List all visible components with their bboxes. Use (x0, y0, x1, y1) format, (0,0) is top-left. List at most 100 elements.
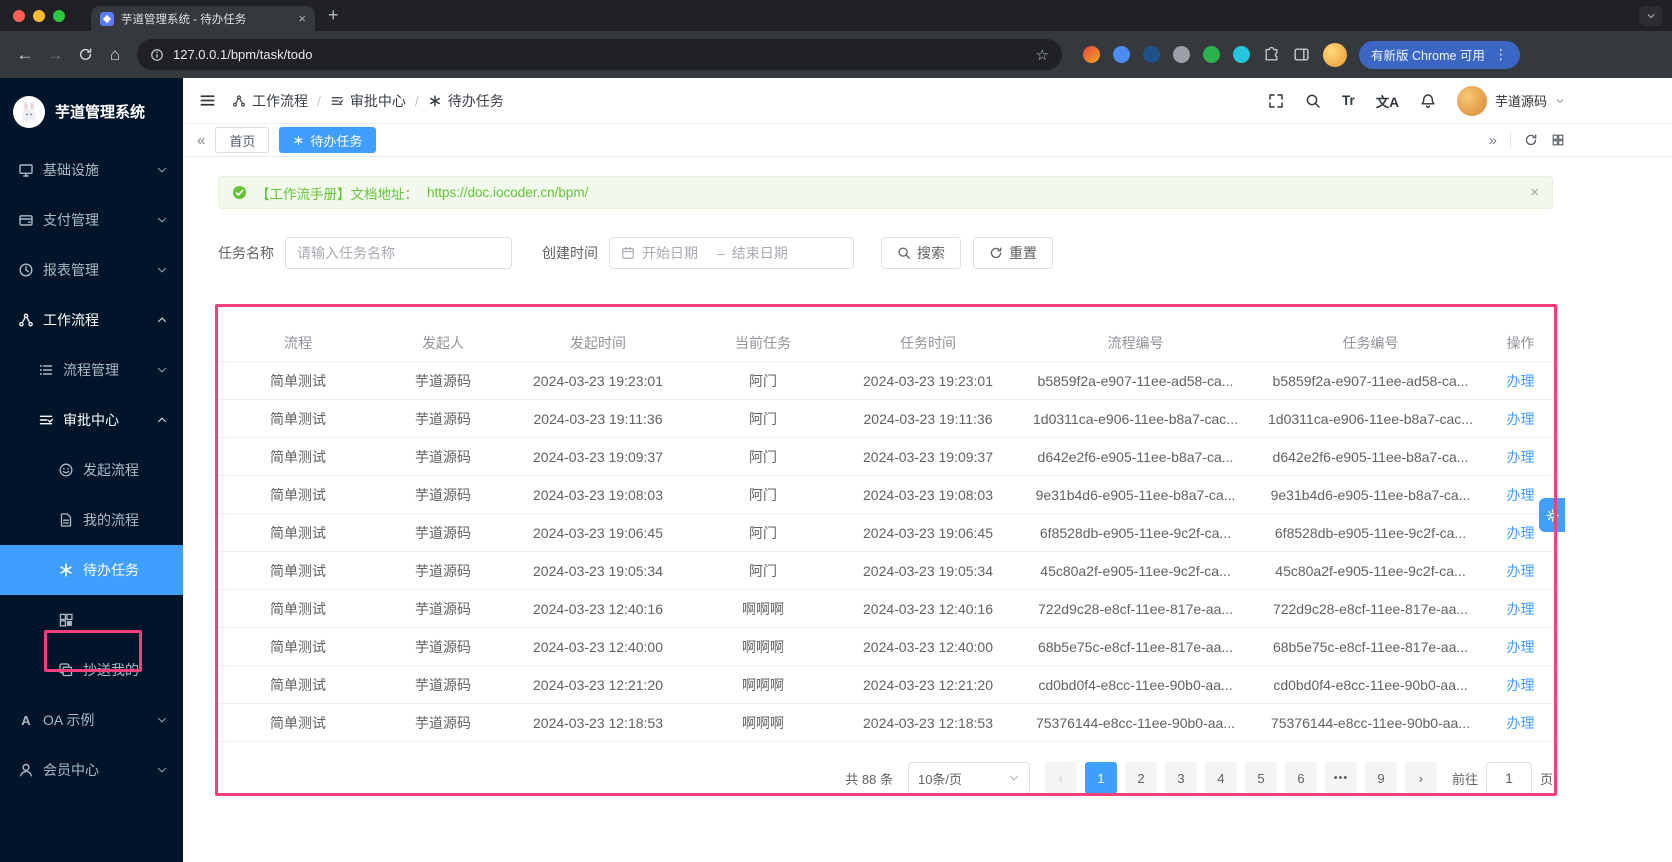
tag-todo-task[interactable]: 待办任务 (279, 127, 377, 153)
extensions-puzzle-icon[interactable] (1263, 46, 1280, 63)
breadcrumb-item-approval-center[interactable]: 审批中心 (330, 91, 406, 111)
bell-icon[interactable] (1420, 93, 1436, 109)
tags-scroll-left-icon[interactable]: « (197, 132, 205, 149)
pagination-total: 共 88 条 (845, 771, 893, 787)
handle-task-link[interactable]: 办理 (1507, 449, 1535, 465)
tab-close-icon[interactable]: × (298, 11, 306, 26)
tags-scroll-right-icon[interactable]: » (1489, 132, 1497, 149)
site-info-icon[interactable] (150, 48, 164, 62)
extension-teal-icon[interactable] (1233, 46, 1250, 63)
sidebar-item-start-process[interactable]: 发起流程 (0, 445, 183, 495)
sidebar-item-payment[interactable]: 支付管理 (0, 195, 183, 245)
sidebar-item-cc-me[interactable]: 抄送我的 (0, 645, 183, 695)
page-button-9[interactable]: 9 (1364, 762, 1397, 794)
sidebar-item-infrastructure[interactable]: 基础设施 (0, 145, 183, 195)
cell-process-id: b5859f2a-e907-11ee-ad58-ca... (1037, 372, 1234, 389)
handle-task-link[interactable]: 办理 (1507, 411, 1535, 427)
forward-button[interactable]: → (40, 40, 70, 70)
page-button-6[interactable]: 6 (1284, 762, 1317, 794)
theme-settings-button[interactable] (1539, 498, 1565, 532)
chrome-menu-kebab-icon[interactable]: ⋮ (1494, 46, 1508, 63)
start-date-input[interactable] (642, 245, 710, 261)
extension-red-icon[interactable] (1083, 46, 1100, 63)
alert-close-icon[interactable]: × (1530, 184, 1539, 201)
extension-gray-icon[interactable] (1173, 46, 1190, 63)
chrome-profile-avatar[interactable] (1323, 42, 1347, 67)
handle-task-link[interactable]: 办理 (1507, 525, 1535, 541)
sidebar-item-member-center[interactable]: 会员中心 (0, 745, 183, 795)
search-button[interactable]: 搜索 (881, 237, 961, 269)
home-button[interactable]: ⌂ (100, 40, 130, 70)
font-size-icon[interactable]: Tr (1342, 93, 1355, 108)
pagination-more-button[interactable]: ••• (1324, 762, 1357, 794)
task-name-input[interactable] (297, 245, 500, 261)
sidebar-item-my-process[interactable]: 我的流程 (0, 495, 183, 545)
window-controls (0, 9, 65, 22)
col-action: 操作 (1506, 334, 1535, 351)
extension-dark-blue-icon[interactable] (1143, 46, 1160, 63)
sidebar-item-todo-task[interactable]: 待办任务 (0, 545, 183, 595)
search-icon[interactable] (1305, 93, 1321, 109)
tag-home[interactable]: 首页 (215, 127, 270, 153)
reset-button[interactable]: 重置 (973, 237, 1053, 269)
page-button-2[interactable]: 2 (1124, 762, 1157, 794)
side-panel-icon[interactable] (1293, 46, 1310, 63)
bookmark-star-icon[interactable]: ☆ (1036, 46, 1049, 64)
sidebar-item-process-manage[interactable]: 流程管理 (0, 345, 183, 395)
table-row: 简单测试 芋道源码 2024-03-23 19:05:34 阿门 2024-03… (218, 552, 1553, 590)
sidebar-item-oa-example[interactable]: A OA 示例 (0, 695, 183, 745)
fullscreen-icon[interactable] (1268, 93, 1284, 109)
gear-icon (1545, 508, 1560, 523)
handle-task-link[interactable]: 办理 (1507, 601, 1535, 617)
handle-task-link[interactable]: 办理 (1507, 715, 1535, 731)
header-actions: Tr 文A 芋道源码 (1268, 85, 1656, 116)
cell-process-id: 45c80a2f-e905-11ee-9c2f-ca... (1040, 562, 1231, 579)
sidebar-item-label: 审批中心 (63, 412, 119, 428)
sidebar-item-report[interactable]: 报表管理 (0, 245, 183, 295)
window-zoom-button[interactable] (53, 9, 65, 22)
window-minimize-button[interactable] (33, 9, 45, 22)
handle-task-link[interactable]: 办理 (1507, 563, 1535, 579)
sidebar-item-workflow[interactable]: 工作流程 (0, 295, 183, 345)
handle-task-link[interactable]: 办理 (1507, 487, 1535, 503)
page-button-3[interactable]: 3 (1164, 762, 1197, 794)
refresh-icon[interactable] (1524, 133, 1538, 147)
address-bar[interactable]: 127.0.0.1/bpm/task/todo ☆ (137, 39, 1062, 70)
handle-task-link[interactable]: 办理 (1507, 677, 1535, 693)
sidebar-item-done-task[interactable] (0, 595, 183, 645)
page-button-4[interactable]: 4 (1204, 762, 1237, 794)
app-logo[interactable]: 芋道管理系统 (0, 78, 183, 145)
extension-green-icon[interactable] (1203, 46, 1220, 63)
chrome-update-button[interactable]: 有新版 Chrome 可用 ⋮ (1359, 40, 1520, 69)
cell-current-task: 阿门 (749, 486, 777, 503)
goto-page-input[interactable] (1490, 770, 1527, 786)
page-button-5[interactable]: 5 (1244, 762, 1277, 794)
doc-link[interactable]: https://doc.iocoder.cn/bpm/ (427, 185, 588, 200)
table-row: 简单测试 芋道源码 2024-03-23 19:09:37 阿门 2024-03… (218, 438, 1553, 476)
browser-tab[interactable]: 芋道管理系统 - 待办任务 × (91, 6, 315, 31)
prev-page-button[interactable]: ‹ (1044, 762, 1077, 794)
next-page-button[interactable]: › (1404, 762, 1437, 794)
tab-search-chevron-icon[interactable] (1639, 6, 1663, 26)
document-icon (58, 512, 74, 528)
collapse-menu-icon[interactable] (199, 92, 216, 109)
reload-button[interactable] (70, 40, 100, 70)
cell-task-id: 722d9c28-e8cf-11ee-817e-aa... (1272, 600, 1469, 617)
page-button-1[interactable]: 1 (1084, 762, 1117, 794)
back-button[interactable]: ← (10, 40, 40, 70)
user-menu[interactable]: 芋道源码 (1456, 85, 1565, 116)
handle-task-link[interactable]: 办理 (1507, 373, 1535, 389)
sidebar-item-approval-center[interactable]: 审批中心 (0, 395, 183, 445)
cell-start-time: 2024-03-23 12:18:53 (533, 714, 663, 731)
layout-grid-icon[interactable] (1551, 133, 1565, 147)
locale-icon[interactable]: 文A (1376, 91, 1399, 111)
handle-task-link[interactable]: 办理 (1507, 639, 1535, 655)
breadcrumb-item-workflow[interactable]: 工作流程 (232, 91, 308, 111)
window-close-button[interactable] (13, 9, 25, 22)
page-size-select[interactable]: 10条/页 (907, 762, 1030, 794)
date-range-picker[interactable]: – (609, 237, 854, 269)
chevron-down-icon (156, 164, 168, 176)
end-date-input[interactable] (731, 245, 800, 261)
extension-blue-shield-icon[interactable] (1113, 46, 1130, 63)
new-tab-button[interactable]: + (328, 5, 339, 26)
